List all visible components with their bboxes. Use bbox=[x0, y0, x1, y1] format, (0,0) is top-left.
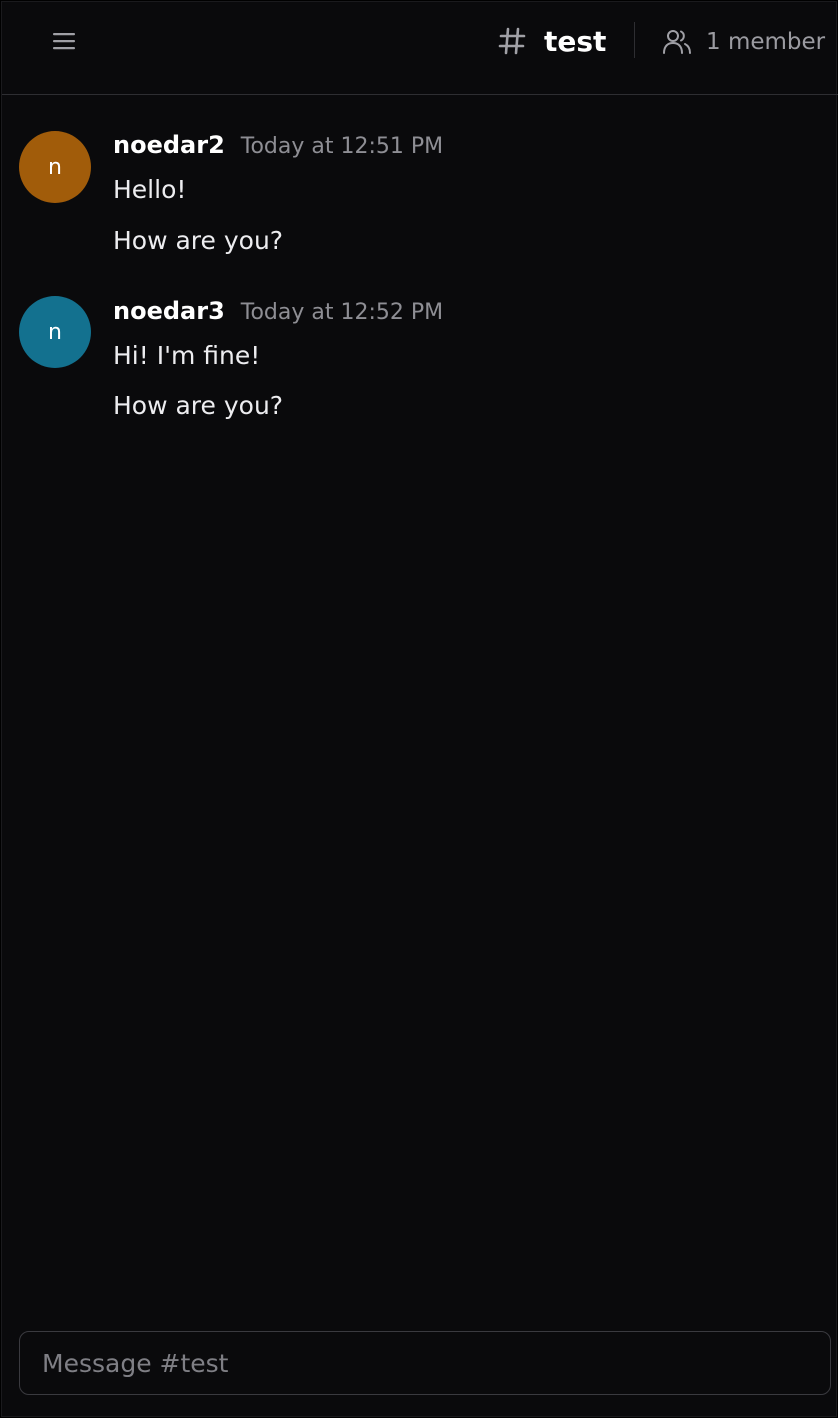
chat-app: test 1 member n noedar2 Today at 12:51 P… bbox=[1, 1, 838, 1417]
message-text: Hi! I'm fine! bbox=[113, 341, 261, 370]
members-button[interactable]: 1 member bbox=[662, 22, 825, 62]
message-input[interactable] bbox=[42, 1348, 808, 1378]
username[interactable]: noedar2 bbox=[113, 131, 225, 159]
timestamp: Today at 12:52 PM bbox=[240, 300, 444, 325]
timestamp: Today at 12:51 PM bbox=[240, 134, 444, 159]
message-header: noedar3 Today at 12:52 PM bbox=[113, 297, 443, 325]
header-divider bbox=[634, 22, 635, 58]
message-text: Hello! bbox=[113, 175, 187, 204]
message-header: noedar2 Today at 12:51 PM bbox=[113, 131, 443, 159]
message-text: How are you? bbox=[113, 391, 284, 420]
avatar[interactable]: n bbox=[19, 296, 91, 368]
channel-name: test bbox=[544, 24, 607, 58]
member-count: 1 member bbox=[706, 29, 826, 55]
username[interactable]: noedar3 bbox=[113, 297, 225, 325]
hash-icon bbox=[498, 27, 526, 55]
avatar[interactable]: n bbox=[19, 131, 91, 203]
menu-button[interactable] bbox=[42, 22, 86, 60]
channel-title: test bbox=[498, 20, 606, 62]
message-composer bbox=[19, 1331, 831, 1395]
message-text: How are you? bbox=[113, 226, 284, 255]
channel-header: test 1 member bbox=[2, 2, 838, 95]
hamburger-menu-icon bbox=[53, 33, 75, 50]
users-icon bbox=[663, 30, 691, 54]
